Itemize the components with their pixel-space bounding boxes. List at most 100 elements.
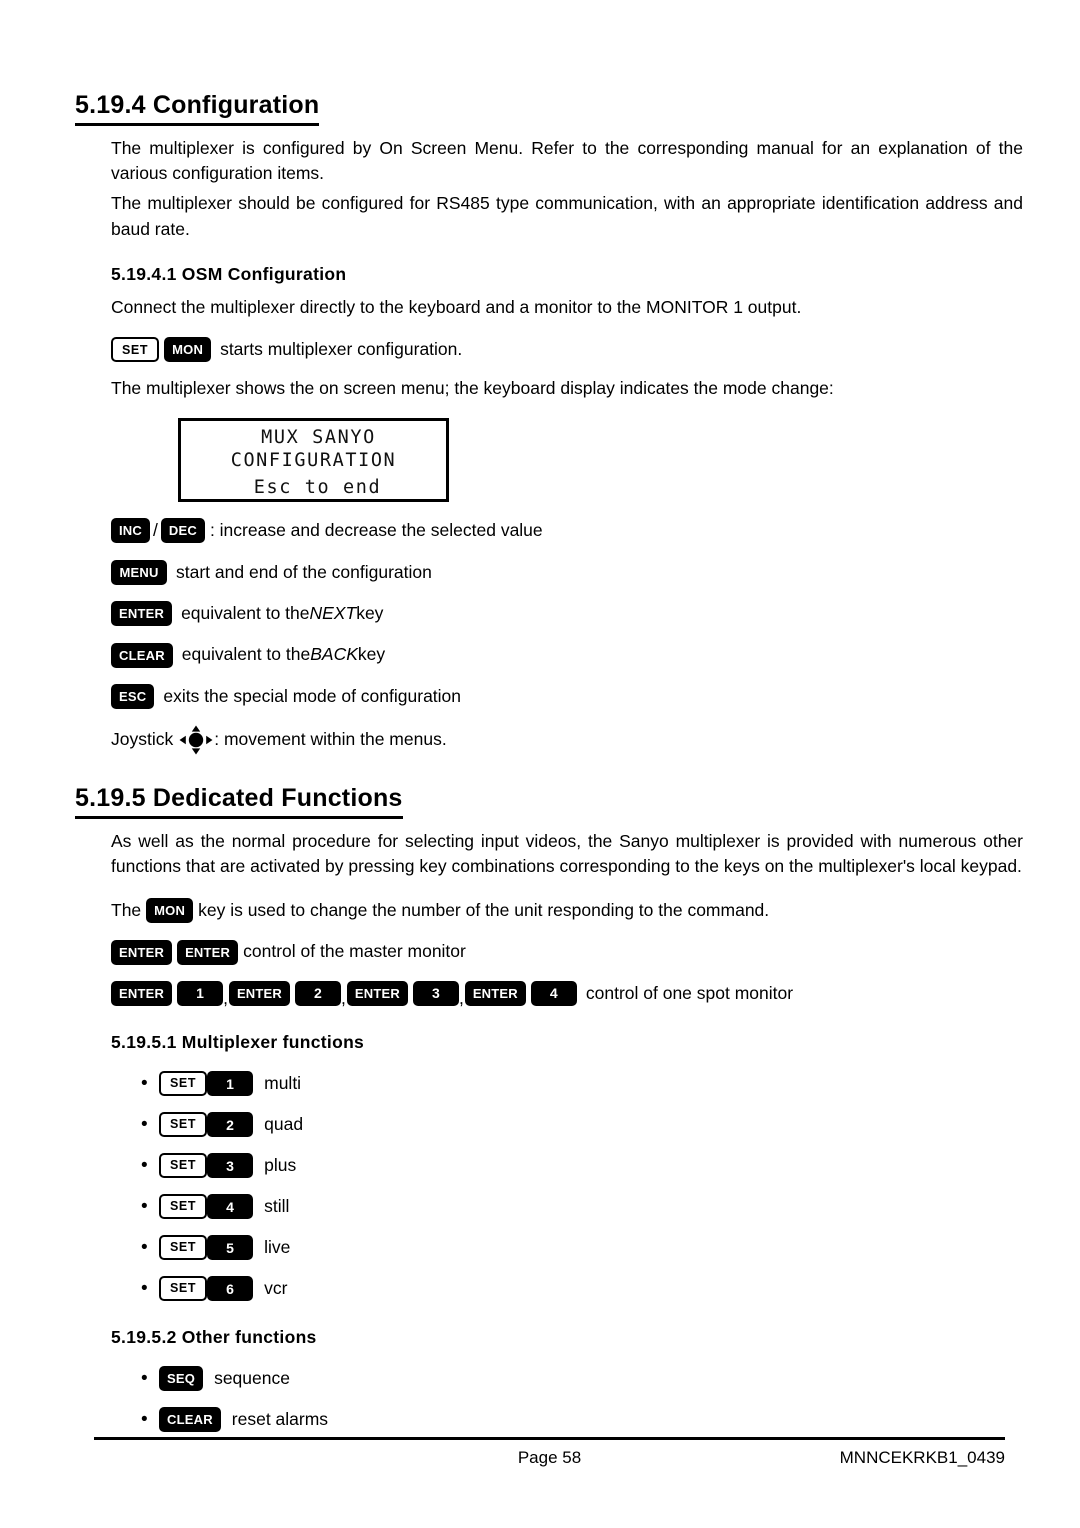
mon-row-text-post: key is used to change the number of the … [198,900,770,920]
legend-text-menu: start and end of the configuration [176,561,432,582]
master-monitor-text: control of the master monitor [243,941,466,962]
legend-text-clear-post: key [357,644,386,665]
lcd-line-1: MUX SANYO [261,427,376,449]
key-seq[interactable]: SEQ [159,1366,204,1392]
dedicated-paragraph-1: As well as the normal procedure for sele… [111,830,1023,877]
key-enter-spot-3[interactable]: ENTER [346,980,408,1006]
key-number-vcr[interactable]: 6 [207,1276,254,1302]
bullet-icon: • [141,1114,148,1136]
list-item-label: quad [264,1114,304,1135]
key-number-2[interactable]: 2 [295,980,341,1006]
footer-divider [94,1437,1005,1440]
list-item-label: vcr [264,1278,288,1299]
heading-dedicated-wrap: 5.19.5 Dedicated Functions [75,785,1005,819]
key-number-still[interactable]: 4 [207,1194,254,1220]
osm-intro-text: Connect the multiplexer directly to the … [111,297,802,318]
bullet-icon: • [141,1196,148,1218]
list-item-label: sequence [214,1368,290,1389]
legend-row-menu: MENU start and end of the configuration [111,559,1023,585]
spot-monitor-text: control of one spot monitor [585,982,794,1003]
key-number-plus[interactable]: 3 [207,1153,254,1179]
master-monitor-row: ENTER ENTER control of the master monito… [111,939,1023,965]
other-functions-list: • SEQ sequence • CLEAR reset alarms [111,1358,1023,1440]
spot-monitor-row: ENTER 1 , ENTER 2 , ENTER 3 , ENTER 4 co… [111,980,1023,1008]
key-set-live[interactable]: SET [159,1235,208,1261]
bullet-icon: • [141,1368,148,1390]
key-number-4[interactable]: 4 [530,980,577,1006]
joystick-label: Joystick [111,729,174,750]
key-menu[interactable]: MENU [111,559,167,585]
joystick-4way-icon [179,725,213,755]
key-number-multi[interactable]: 1 [207,1071,254,1097]
heading-dedicated-functions: 5.19.5 Dedicated Functions [75,785,403,819]
multiplexer-functions-list: • SET 1 multi • SET 2 quad • SET 3 plus [111,1063,1023,1309]
key-dec[interactable]: DEC [160,518,205,544]
key-number-3[interactable]: 3 [412,980,459,1006]
heading-other-functions: 5.19.5.2 Other functions [111,1327,317,1348]
lcd-line-3: Esc to end [253,477,382,499]
key-enter-master-1[interactable]: ENTER [111,939,173,965]
key-set-quad[interactable]: SET [159,1112,208,1138]
key-enter-master-2[interactable]: ENTER [177,939,239,965]
key-set-multi[interactable]: SET [159,1071,208,1097]
document-page: 5.19.4 Configuration The multiplexer is … [0,0,1080,1528]
legend-separator-slash: / [153,520,158,541]
osm-start-combo-text: starts multiplexer configuration. [220,339,463,360]
legend-text-enter-post: key [356,602,384,623]
list-item-label: live [264,1237,291,1258]
mon-key-row: The MON key is used to change the number… [111,898,1023,924]
osm-subsection: 5.19.4.1 OSM Configuration Connect the m… [111,264,1023,755]
key-inc[interactable]: INC [111,518,150,544]
configuration-paragraph-1: The multiplexer is configured by On Scre… [111,137,1023,184]
page-footer: Page 58 MNNCEKRKB1_0439 [94,1448,1005,1468]
dedicated-body: As well as the normal procedure for sele… [111,829,1023,1441]
list-item: • SET 5 live [111,1227,1023,1268]
legend-row-enter: ENTER equivalent to the NEXT key [111,601,1023,627]
spot-comma-2: , [341,987,346,1008]
key-esc[interactable]: ESC [111,683,155,709]
list-item-label: reset alarms [231,1409,329,1430]
key-set-still[interactable]: SET [159,1194,208,1220]
legend-row-clear: CLEAR equivalent to the BACK key [111,642,1023,668]
spot-comma-1: , [223,987,228,1008]
list-item: • SET 1 multi [111,1063,1023,1104]
list-item: • CLEAR reset alarms [111,1399,1023,1440]
list-item-label: still [264,1196,290,1217]
key-enter-spot-4[interactable]: ENTER [464,980,526,1006]
legend-text-enter-emphasis: NEXT [309,602,357,623]
page-content: 5.19.4 Configuration The multiplexer is … [75,91,1023,1440]
bullet-icon: • [141,1155,148,1177]
heading-configuration: 5.19.4 Configuration [75,91,320,126]
list-item-label: multi [264,1073,302,1094]
configuration-paragraph-2: The multiplexer should be configured for… [111,192,1023,239]
bullet-icon: • [141,1278,148,1300]
key-set-vcr[interactable]: SET [159,1276,208,1302]
osm-display-intro: The multiplexer shows the on screen menu… [111,378,834,399]
bullet-icon: • [141,1073,148,1095]
bullet-icon: • [141,1237,148,1259]
legend-row-inc-dec: INC / DEC : increase and decrease the se… [111,518,1023,544]
key-set-plus[interactable]: SET [159,1153,208,1179]
legend-text-clear-emphasis: BACK [310,644,358,665]
list-item-label: plus [264,1155,297,1176]
configuration-body: The multiplexer is configured by On Scre… [111,136,1023,243]
legend-text-inc-dec: : increase and decrease the selected val… [209,520,543,541]
key-number-1[interactable]: 1 [177,980,224,1006]
key-number-quad[interactable]: 2 [207,1112,254,1138]
key-number-live[interactable]: 5 [207,1235,254,1261]
legend-text-esc: exits the special mode of configuration [163,685,462,706]
footer-page-number: Page 58 [517,1448,582,1467]
key-enter-spot-2[interactable]: ENTER [228,980,290,1006]
joystick-description: : movement within the menus. [214,729,447,750]
osm-start-combo-row: SET MON starts multiplexer configuration… [111,337,1023,363]
key-clear[interactable]: CLEAR [111,642,173,668]
key-enter-spot-1[interactable]: ENTER [111,980,173,1006]
key-mon[interactable]: MON [164,337,212,363]
list-item: • SET 2 quad [111,1104,1023,1145]
key-enter[interactable]: ENTER [111,601,173,627]
list-item: • SET 6 vcr [111,1268,1023,1309]
key-set[interactable]: SET [111,337,160,363]
key-mon-dedicated[interactable]: MON [146,898,194,924]
key-clear-reset[interactable]: CLEAR [159,1407,221,1433]
legend-text-enter-pre: equivalent to the [181,602,310,623]
